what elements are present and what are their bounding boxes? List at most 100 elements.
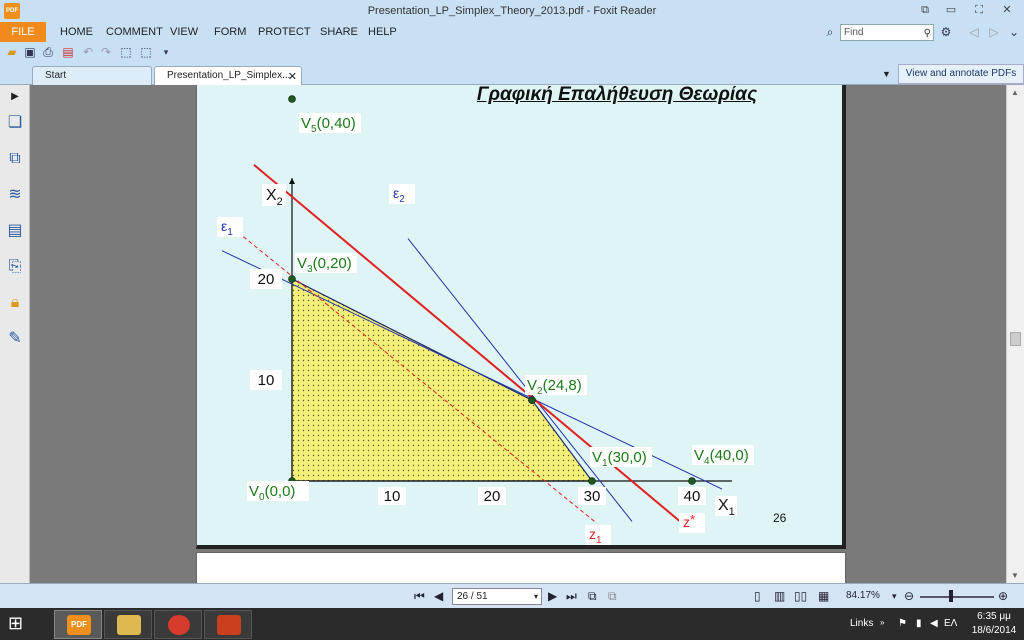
taskbar-chrome[interactable]: [154, 610, 202, 639]
previous-page-icon[interactable]: ◀: [434, 589, 443, 603]
title-bar: PDF Presentation_LP_Simplex_Theory_2013.…: [0, 0, 1024, 22]
pages-thumbnails-icon[interactable]: ⧉: [5, 149, 25, 169]
redo-icon[interactable]: ↷: [98, 44, 114, 60]
vertical-scrollbar[interactable]: ▲ ▼: [1006, 85, 1024, 583]
previous-view-icon[interactable]: ⧉: [588, 589, 597, 604]
comments-icon[interactable]: ▤: [5, 221, 25, 241]
ribbon-collapse-icon[interactable]: ⌄: [1006, 24, 1022, 40]
layers-icon[interactable]: ≋: [5, 185, 25, 205]
windows-start-icon[interactable]: ⊞: [8, 613, 23, 634]
back-arrow-icon[interactable]: ◁: [966, 24, 982, 40]
tray-flag-icon[interactable]: ⚑: [898, 618, 907, 629]
zoom-level[interactable]: 84.17%: [846, 590, 880, 601]
vertex-point-v3: [288, 275, 296, 283]
tray-links[interactable]: Links: [850, 618, 873, 629]
window-title: Presentation_LP_Simplex_Theory_2013.pdf …: [367, 5, 657, 17]
tray-language[interactable]: ΕΛ: [944, 618, 957, 629]
y-axis-arrow: [289, 178, 295, 184]
menu-help[interactable]: HELP: [368, 26, 397, 38]
menu-form[interactable]: FORM: [214, 26, 246, 38]
next-pdf-page: [196, 552, 846, 583]
document-viewer[interactable]: Γραφική Επαλήθευση Θεωρίας 10 20 30 40 10 20 X…: [30, 85, 1006, 583]
zoom-slider-track[interactable]: [920, 596, 994, 598]
x-tick-label: 30: [584, 488, 601, 505]
undo-icon[interactable]: ↶: [80, 44, 96, 60]
find-input[interactable]: Find ⚲: [840, 24, 934, 41]
bookmarks-icon[interactable]: ❏: [5, 113, 25, 133]
restore-layout-icon[interactable]: ⧉: [916, 2, 934, 18]
page-dropdown-icon[interactable]: ▾: [534, 589, 538, 604]
security-lock-icon[interactable]: 🔒︎: [5, 293, 25, 313]
vertex-point-v5: [288, 95, 296, 103]
lp-graph: 10 20 30 401020X2X1V0(0,0)V1(30,0)V2(24,8)V…: [217, 95, 787, 546]
chrome-icon: [168, 615, 190, 635]
expand-panel-icon[interactable]: ▶: [5, 87, 25, 107]
find-options-icon[interactable]: ⌕: [822, 24, 838, 40]
qat-customize-icon[interactable]: ▾: [158, 44, 174, 60]
pdf-page: Γραφική Επαλήθευση Θεωρίας 10 20 30 40 10 20 X…: [196, 85, 846, 549]
view-annotate-banner[interactable]: View and annotate PDFs: [898, 64, 1024, 84]
zoom-dropdown-icon[interactable]: ▾: [892, 591, 897, 602]
taskbar-clock[interactable]: 6:35 μμ 18/6/2014: [966, 610, 1022, 638]
next-page-icon[interactable]: ▶: [548, 589, 557, 603]
select-tool-icon[interactable]: ⬚: [138, 44, 154, 60]
menu-home[interactable]: HOME: [60, 26, 93, 38]
menu-protect[interactable]: PROTECT: [258, 26, 311, 38]
taskbar-foxit[interactable]: PDF: [54, 610, 102, 639]
taskbar-explorer[interactable]: [104, 610, 152, 639]
powerpoint-icon: [217, 615, 241, 635]
tray-volume-icon[interactable]: ◀: [930, 618, 938, 629]
vertex-point-v4: [688, 477, 696, 485]
last-page-icon[interactable]: ⏭: [566, 589, 577, 604]
close-window-button[interactable]: ✕: [998, 2, 1016, 18]
forward-arrow-icon[interactable]: ▷: [986, 24, 1002, 40]
scroll-thumb[interactable]: [1010, 332, 1021, 346]
page-number-field[interactable]: 26 / 51 ▾: [452, 588, 542, 605]
open-folder-icon[interactable]: ▰: [4, 44, 20, 60]
search-icon[interactable]: ⚲: [924, 26, 931, 41]
attachments-icon[interactable]: ⎘: [5, 257, 25, 277]
document-tab-bar: Start Presentation_LP_Simplex... ✕ ▼ Vie…: [0, 62, 1024, 85]
zoom-in-icon[interactable]: ⊕: [998, 589, 1008, 603]
create-pdf-icon[interactable]: ▤: [60, 44, 76, 60]
vertex-point-v2: [528, 396, 536, 405]
zoom-slider-knob[interactable]: [949, 590, 953, 602]
continuous-facing-icon[interactable]: ▦: [818, 589, 829, 603]
menu-view[interactable]: VIEW: [170, 26, 198, 38]
minimize-button[interactable]: ▭: [942, 2, 960, 18]
menu-share[interactable]: SHARE: [320, 26, 358, 38]
save-icon[interactable]: ▣: [22, 44, 38, 60]
tab-document-label: Presentation_LP_Simplex...: [167, 70, 291, 81]
menu-file[interactable]: FILE: [0, 22, 46, 42]
slide-page-number: 26: [773, 511, 787, 525]
tab-document[interactable]: Presentation_LP_Simplex... ✕: [154, 66, 302, 85]
snapshot-icon[interactable]: ⬚: [118, 44, 134, 60]
zoom-out-icon[interactable]: ⊖: [904, 589, 914, 603]
signatures-icon[interactable]: ✎: [5, 329, 25, 349]
windows-taskbar: ⊞ PDF Links » ⚑ ▮ ◀ ΕΛ 6:35 μμ 18/6/2014: [0, 608, 1024, 640]
facing-page-icon[interactable]: ▯▯: [794, 589, 807, 603]
tab-list-dropdown-icon[interactable]: ▼: [882, 69, 891, 79]
tray-chevron-icon[interactable]: »: [880, 618, 884, 627]
scroll-up-arrow-icon[interactable]: ▲: [1011, 88, 1019, 97]
settings-gear-icon[interactable]: ⚙: [938, 24, 954, 40]
quick-access-toolbar: ▰ ▣ ⎙ ▤ ↶ ↷ ⬚ ⬚ ▾: [0, 42, 1024, 62]
foxit-taskbar-icon: PDF: [67, 615, 91, 635]
close-tab-icon[interactable]: ✕: [288, 70, 297, 83]
tray-network-icon[interactable]: ▮: [916, 618, 922, 629]
single-page-icon[interactable]: ▯: [754, 589, 761, 603]
next-view-icon[interactable]: ⧉: [608, 589, 617, 604]
print-icon[interactable]: ⎙: [40, 44, 56, 60]
taskbar-powerpoint[interactable]: [204, 610, 252, 639]
menu-comment[interactable]: COMMENT: [106, 26, 163, 38]
first-page-icon[interactable]: ⏮: [414, 589, 425, 604]
status-bar: ⏮ ◀ 26 / 51 ▾ ▶ ⏭ ⧉ ⧉ ▯ ▥ ▯▯ ▦ 84.17% ▾ …: [0, 583, 1024, 608]
tab-start-label: Start: [45, 70, 67, 81]
tab-start[interactable]: Start: [32, 66, 152, 85]
page-number-value: 26 / 51: [457, 591, 488, 602]
scroll-down-arrow-icon[interactable]: ▼: [1011, 571, 1019, 580]
x-tick-label: 40: [684, 488, 701, 505]
x-tick-label: 10: [384, 488, 401, 505]
continuous-page-icon[interactable]: ▥: [774, 589, 785, 603]
fullscreen-icon[interactable]: ⛶: [970, 2, 988, 18]
